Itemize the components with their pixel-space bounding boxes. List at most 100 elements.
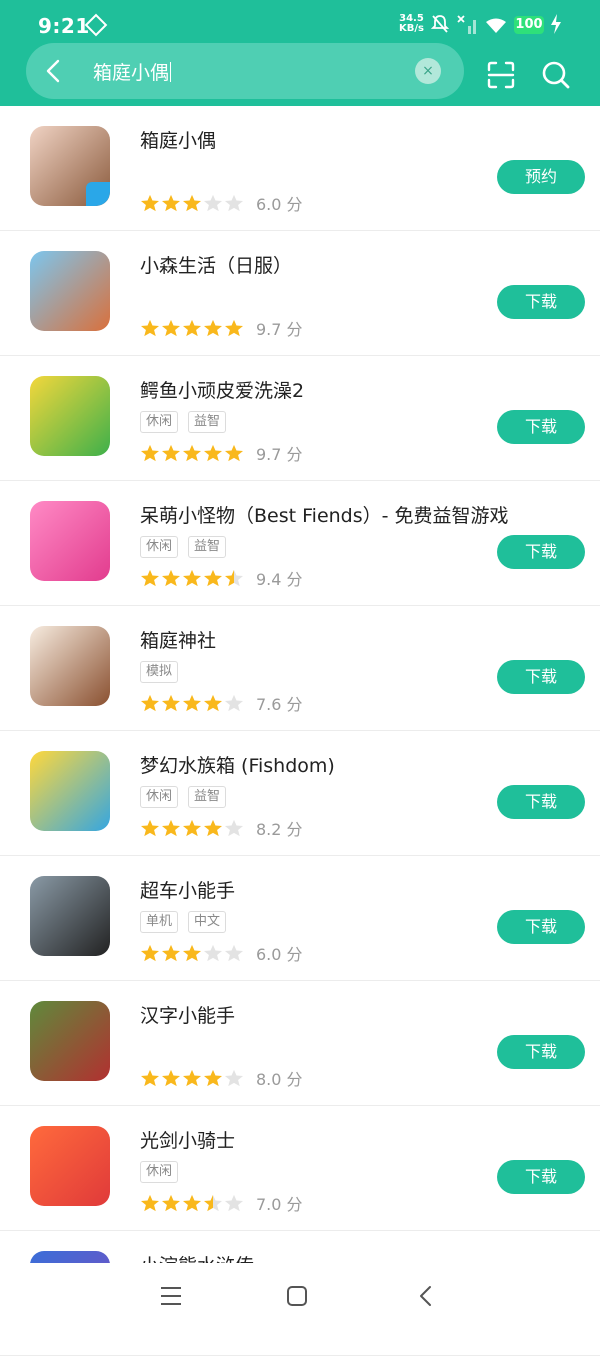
app-rating: 7.0 分: [140, 1191, 303, 1215]
download-button[interactable]: 下载: [497, 535, 585, 569]
star-icon: [162, 444, 180, 462]
app-score: 8.0 分: [256, 1070, 303, 1089]
star-icon: [162, 694, 180, 712]
star-icon: [225, 944, 243, 962]
star-icon: [141, 1069, 159, 1087]
app-list-item[interactable]: 小森生活（日服） 9.7 分 下载: [0, 231, 600, 356]
download-button[interactable]: 下载: [497, 910, 585, 944]
app-score: 9.4 分: [256, 570, 303, 589]
app-tags: 休闲 益智: [140, 786, 227, 808]
app-list-item[interactable]: 箱庭小偶 6.0 分 预约: [0, 106, 600, 231]
star-icon: [141, 819, 159, 837]
search-icon[interactable]: [541, 60, 571, 90]
star-icon: [141, 944, 159, 962]
star-icon: [141, 194, 159, 212]
star-icon: [225, 1069, 243, 1087]
app-icon[interactable]: [30, 626, 110, 706]
app-score: 6.0 分: [256, 945, 303, 964]
star-icon: [204, 569, 222, 587]
clear-icon[interactable]: ×: [415, 58, 441, 84]
app-tags: 模拟: [140, 661, 179, 683]
app-title[interactable]: 光剑小骑士: [140, 1126, 235, 1153]
download-button[interactable]: 下载: [497, 410, 585, 444]
app-tag: 益智: [188, 786, 227, 808]
app-rating: 9.4 分: [140, 566, 303, 590]
top-bar: 9:21 34.5 KB/s 100 箱庭小偶 ×: [0, 0, 600, 106]
download-button[interactable]: 下载: [497, 785, 585, 819]
star-icon: [162, 1194, 180, 1212]
app-list-item[interactable]: 呆萌小怪物（Best Fiends）- 免费益智游戏休闲 益智 9.4 分 下载: [0, 481, 600, 606]
app-list-item[interactable]: 箱庭神社模拟 7.6 分 下载: [0, 606, 600, 731]
home-icon[interactable]: [286, 1285, 308, 1307]
app-icon[interactable]: [30, 751, 110, 831]
star-icon: [225, 1194, 243, 1212]
app-list-item[interactable]: 超车小能手 单机 中文 6.0 分 下载: [0, 856, 600, 981]
star-icon: [204, 444, 222, 462]
star-icon: [225, 819, 243, 837]
app-title[interactable]: 汉字小能手: [140, 1001, 235, 1028]
app-icon[interactable]: [30, 376, 110, 456]
app-tag: 益智: [188, 536, 227, 558]
bilibili-badge-icon: [86, 182, 110, 206]
app-title[interactable]: 呆萌小怪物（Best Fiends）- 免费益智游戏: [140, 501, 509, 528]
menu-icon[interactable]: [160, 1286, 182, 1306]
star-icon: [162, 319, 180, 337]
star-icon: [162, 819, 180, 837]
app-title[interactable]: 小森生活（日服）: [140, 251, 292, 278]
app-title[interactable]: 鳄鱼小顽皮爱洗澡2: [140, 376, 304, 403]
star-icon: [183, 569, 201, 587]
reserve-button[interactable]: 预约: [497, 160, 585, 194]
star-icon: [204, 1194, 222, 1212]
app-title[interactable]: 超车小能手: [140, 876, 235, 903]
app-score: 7.6 分: [256, 695, 303, 714]
app-rating: 8.2 分: [140, 816, 303, 840]
star-icon: [183, 319, 201, 337]
star-icon: [183, 444, 201, 462]
app-icon[interactable]: [30, 126, 110, 206]
star-icon: [183, 1194, 201, 1212]
app-rating: 7.6 分: [140, 691, 303, 715]
app-icon[interactable]: [30, 876, 110, 956]
scan-icon[interactable]: [486, 60, 516, 90]
app-tags: 休闲 益智: [140, 411, 227, 433]
nav-back-icon[interactable]: [416, 1285, 436, 1307]
app-icon[interactable]: [30, 501, 110, 581]
app-icon[interactable]: [30, 251, 110, 331]
star-icon: [162, 569, 180, 587]
app-score: 9.7 分: [256, 320, 303, 339]
star-icon: [204, 944, 222, 962]
app-rating: 6.0 分: [140, 191, 303, 215]
star-icon: [225, 694, 243, 712]
app-tags: 休闲: [140, 1161, 179, 1183]
star-icon: [225, 569, 243, 587]
star-icon: [225, 444, 243, 462]
app-icon[interactable]: [30, 1001, 110, 1081]
star-icon: [183, 694, 201, 712]
app-tag: 休闲: [140, 1161, 179, 1183]
app-score: 8.2 分: [256, 820, 303, 839]
search-box[interactable]: 箱庭小偶 ×: [26, 43, 464, 99]
app-score: 9.7 分: [256, 445, 303, 464]
app-title[interactable]: 箱庭神社: [140, 626, 216, 653]
app-score: 7.0 分: [256, 1195, 303, 1214]
mute-bell-icon: [430, 15, 450, 33]
download-button[interactable]: 下载: [497, 285, 585, 319]
app-tag: 休闲: [140, 786, 179, 808]
download-button[interactable]: 下载: [497, 660, 585, 694]
star-icon: [204, 1069, 222, 1087]
app-list-item[interactable]: 汉字小能手 8.0 分 下载: [0, 981, 600, 1106]
app-title[interactable]: 箱庭小偶: [140, 126, 216, 153]
download-button[interactable]: 下载: [497, 1035, 585, 1069]
search-input[interactable]: 箱庭小偶: [93, 58, 172, 85]
back-icon[interactable]: [42, 59, 66, 83]
app-title[interactable]: 梦幻水族箱 (Fishdom): [140, 751, 335, 778]
star-icon: [183, 194, 201, 212]
app-list-item[interactable]: 鳄鱼小顽皮爱洗澡2 休闲 益智 9.7 分 下载: [0, 356, 600, 481]
star-icon: [204, 819, 222, 837]
download-button[interactable]: 下载: [497, 1160, 585, 1194]
app-list-item[interactable]: 光剑小骑士休闲 7.0 分 下载: [0, 1106, 600, 1231]
app-list-item[interactable]: 梦幻水族箱 (Fishdom) 休闲 益智 8.2 分 下载: [0, 731, 600, 856]
app-icon[interactable]: [30, 1126, 110, 1206]
app-tag: 休闲: [140, 536, 179, 558]
star-icon: [141, 694, 159, 712]
